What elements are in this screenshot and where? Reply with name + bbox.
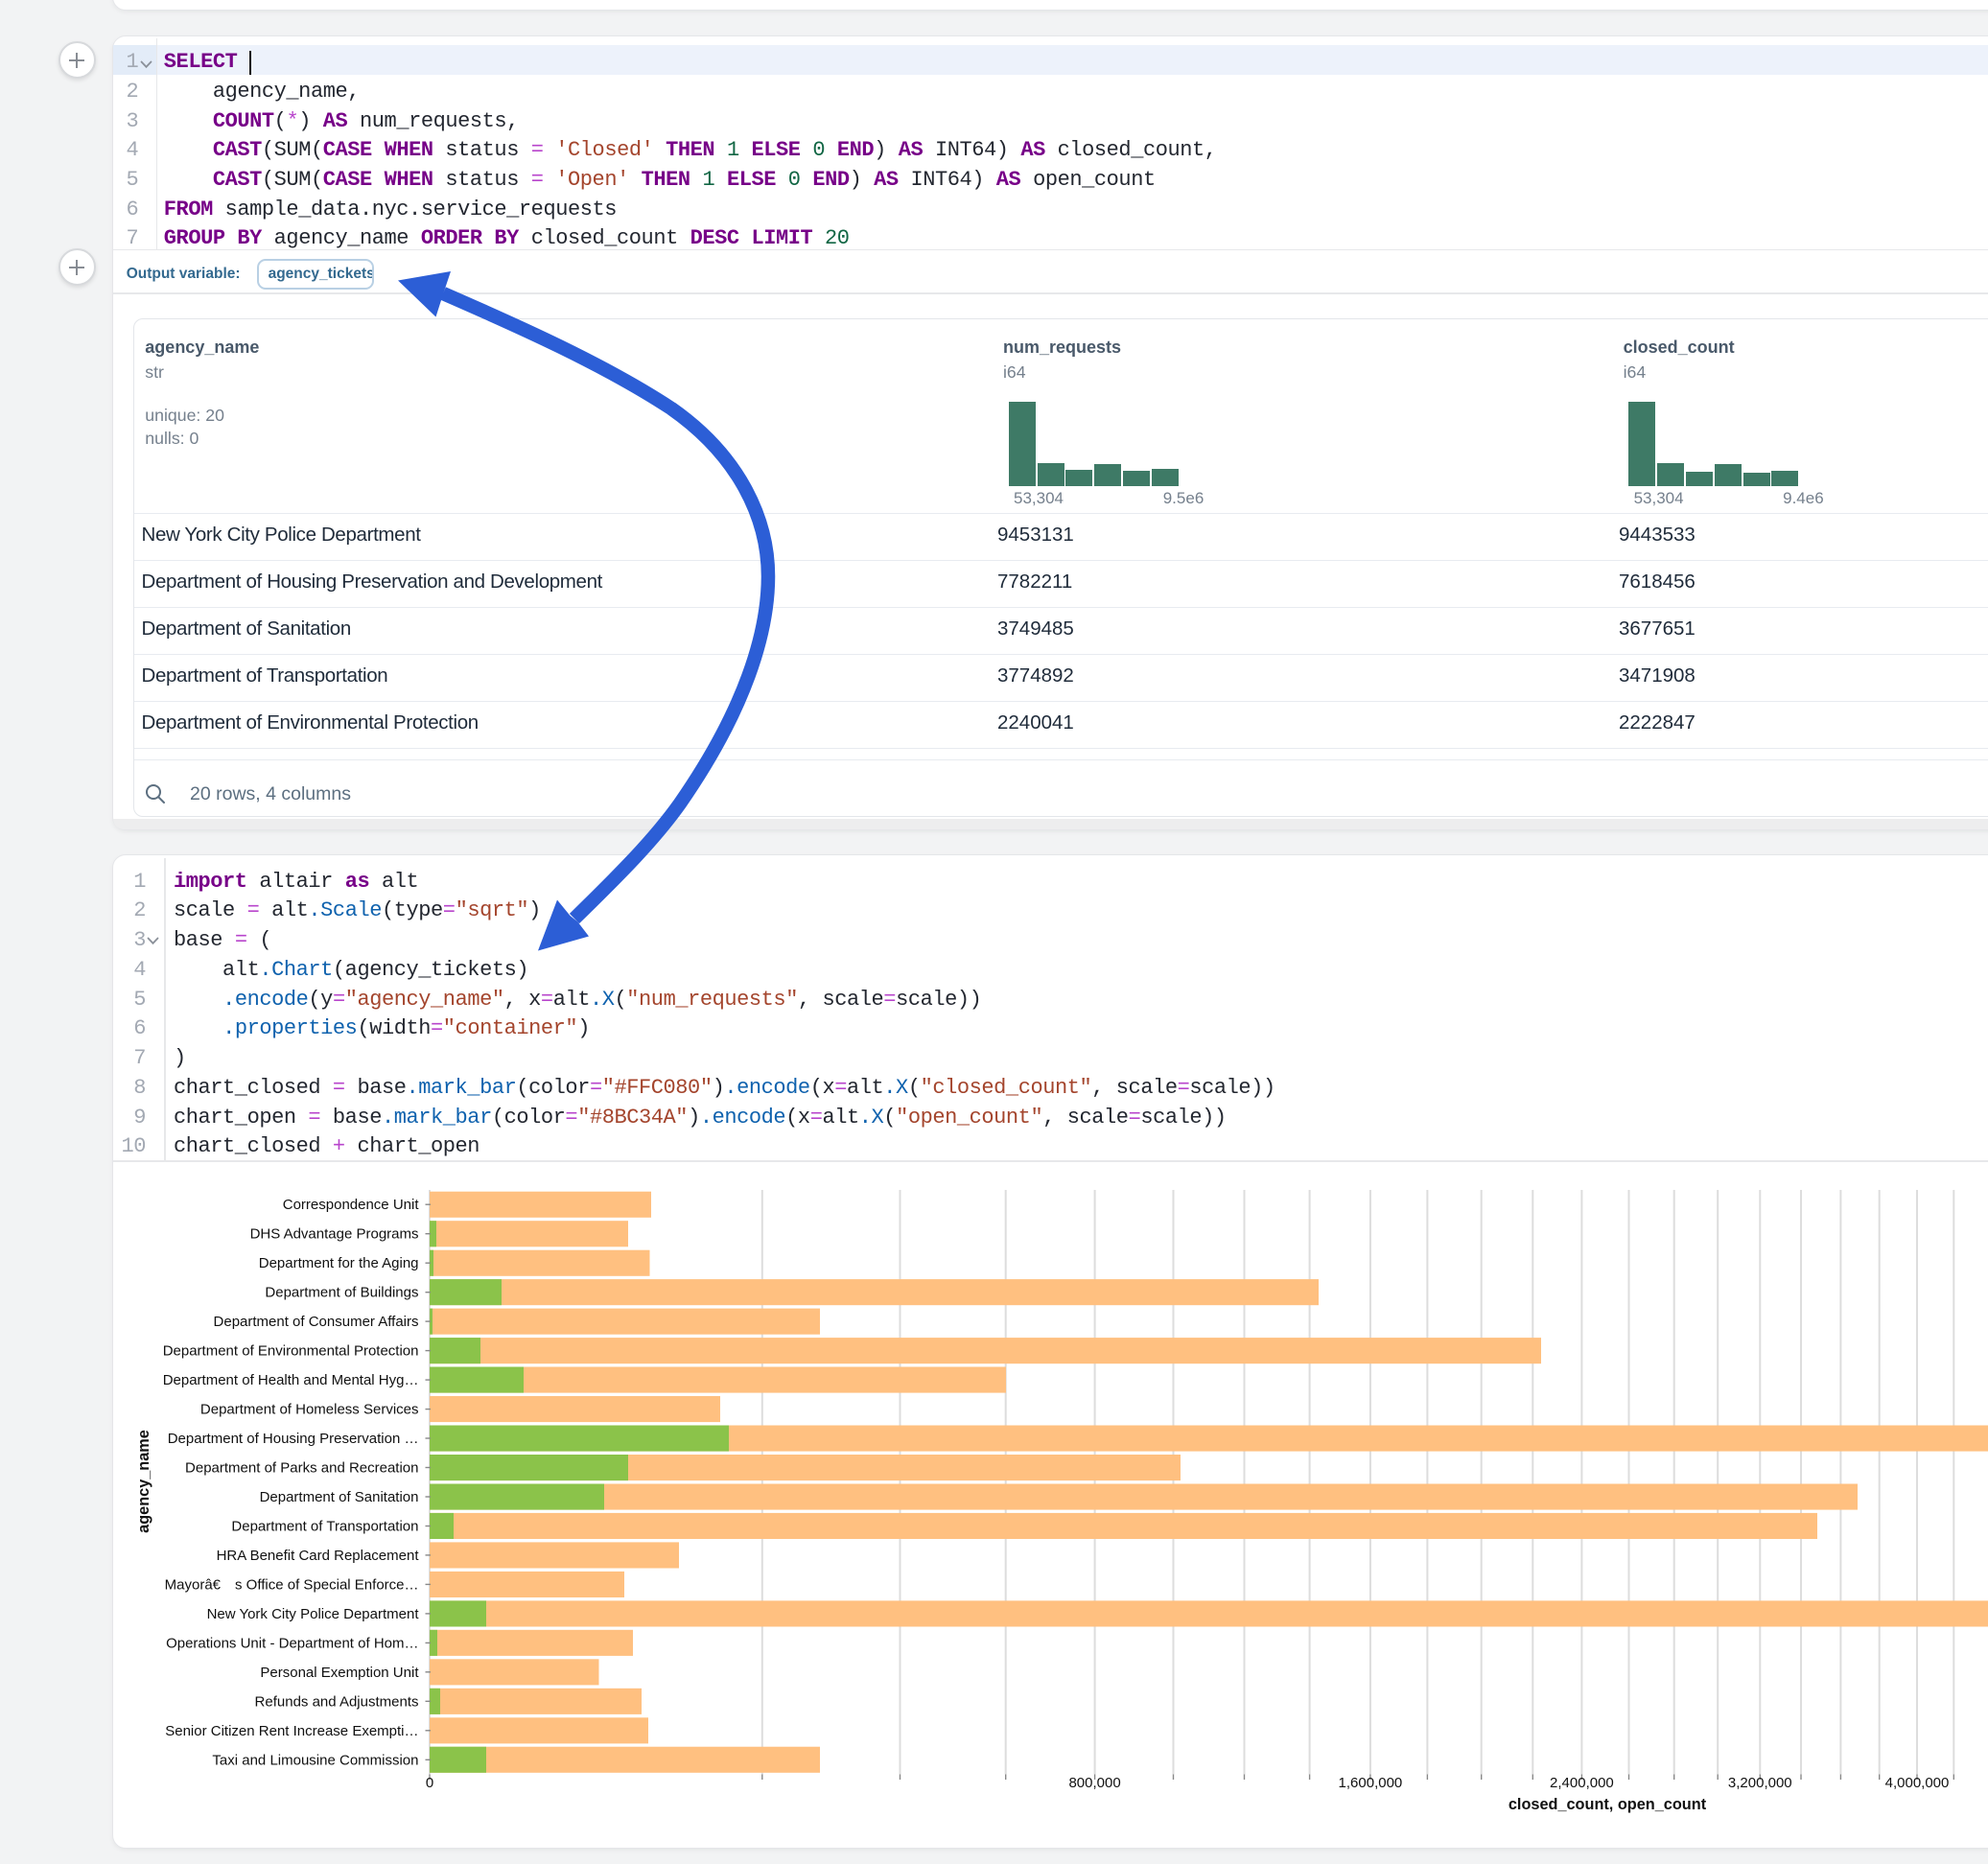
svg-text:0: 0 bbox=[426, 1775, 433, 1791]
svg-text:Department of Transportation: Department of Transportation bbox=[231, 1519, 418, 1535]
svg-text:Department of Homeless Service: Department of Homeless Services bbox=[200, 1402, 419, 1418]
svg-text:Refunds and Adjustments: Refunds and Adjustments bbox=[255, 1693, 419, 1710]
svg-text:4,000,000: 4,000,000 bbox=[1885, 1775, 1950, 1791]
svg-text:3,200,000: 3,200,000 bbox=[1728, 1775, 1792, 1791]
svg-text:New York City Police Departmen: New York City Police Department bbox=[207, 1606, 420, 1622]
svg-text:Department of Consumer Affairs: Department of Consumer Affairs bbox=[214, 1314, 419, 1330]
svg-text:Department of Parks and Recrea: Department of Parks and Recreation bbox=[185, 1460, 418, 1477]
svg-text:closed_count, open_count: closed_count, open_count bbox=[1509, 1796, 1707, 1813]
svg-text:Operations Unit - Department o: Operations Unit - Department of Hom… bbox=[166, 1635, 418, 1651]
svg-text:Department for the Aging: Department for the Aging bbox=[259, 1255, 419, 1271]
svg-text:Correspondence Unit: Correspondence Unit bbox=[283, 1197, 420, 1213]
svg-text:Department of Sanitation: Department of Sanitation bbox=[260, 1489, 419, 1505]
svg-text:Mayorâ€ s Office of Special En: Mayorâ€ s Office of Special Enforce… bbox=[165, 1576, 419, 1593]
svg-text:Taxi and Limousine Commission: Taxi and Limousine Commission bbox=[212, 1752, 418, 1768]
svg-text:Department of Health and Menta: Department of Health and Mental Hyg… bbox=[163, 1372, 419, 1388]
svg-text:Senior Citizen Rent Increase E: Senior Citizen Rent Increase Exempti… bbox=[165, 1723, 418, 1739]
svg-text:Department of Housing Preserva: Department of Housing Preservation … bbox=[168, 1431, 419, 1447]
svg-text:agency_name: agency_name bbox=[135, 1430, 152, 1533]
svg-text:1,600,000: 1,600,000 bbox=[1339, 1775, 1403, 1791]
svg-text:Department of Buildings: Department of Buildings bbox=[265, 1285, 418, 1301]
svg-text:800,000: 800,000 bbox=[1068, 1775, 1120, 1791]
svg-text:2,400,000: 2,400,000 bbox=[1550, 1775, 1614, 1791]
svg-text:Personal Exemption Unit: Personal Exemption Unit bbox=[260, 1665, 419, 1681]
svg-text:DHS Advantage Programs: DHS Advantage Programs bbox=[250, 1226, 419, 1243]
svg-text:Department of Environmental Pr: Department of Environmental Protection bbox=[163, 1343, 419, 1360]
svg-text:HRA Benefit Card Replacement: HRA Benefit Card Replacement bbox=[217, 1548, 420, 1564]
